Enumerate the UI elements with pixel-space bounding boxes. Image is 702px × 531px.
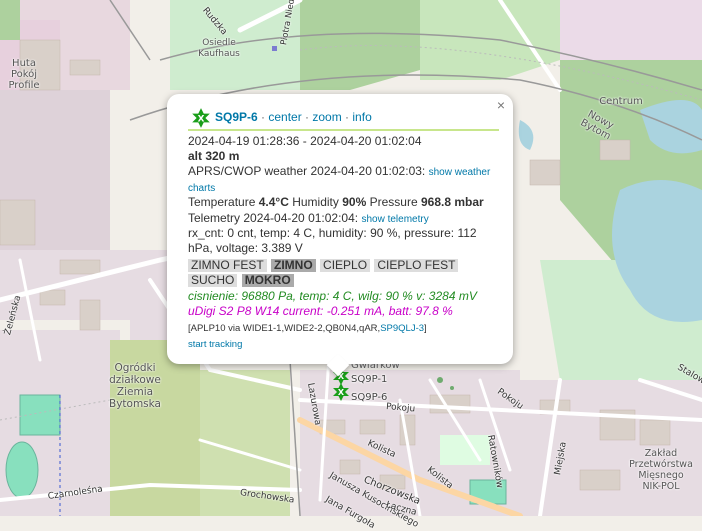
path-station-link[interactable]: SP9QLJ-3 (380, 323, 424, 334)
bit-tag-active: ZIMNO (271, 259, 316, 272)
station-label-sq9p-6[interactable]: SQ9P-6 (351, 392, 387, 403)
center-link[interactable]: center (268, 110, 301, 124)
bit-tag: CIEPLO FEST (374, 259, 458, 272)
humidity-label: Humidity (292, 195, 339, 209)
weather-line: APRS/CWOP weather 2024-04-20 01:02:03: (188, 164, 425, 178)
timespan: 2024-04-19 01:28:36 - 2024-04-20 01:02:0… (188, 134, 499, 149)
path-suffix: ] (424, 323, 427, 334)
info-link[interactable]: info (352, 110, 371, 124)
tracking-line: start tracking (188, 337, 499, 352)
pressure-label: Pressure (370, 195, 418, 209)
path-line: [APLP10 via WIDE1-1,WIDE2-2,QB0N4,qAR,SP… (188, 321, 499, 336)
bit-tag: CIEPLO (320, 259, 370, 272)
station-icon-sq9p-6[interactable]: X (331, 382, 351, 402)
start-tracking-link[interactable]: start tracking (188, 339, 242, 350)
separator: · (342, 110, 353, 124)
weather-values: Temperature 4.4°C Humidity 90% Pressure … (188, 195, 499, 210)
telemetry-header: Telemetry 2024-04-20 01:02:04: show tele… (188, 211, 499, 227)
popup-header: X SQ9P-6 · center · zoom · info (188, 107, 499, 131)
svg-text:X: X (338, 388, 345, 397)
station-symbol-icon: X (190, 107, 212, 129)
weather-block: APRS/CWOP weather 2024-04-20 01:02:03: s… (188, 164, 499, 196)
popup-actions: · center · zoom · info (261, 110, 372, 125)
telemetry-line: Telemetry 2024-04-20 01:02:04: (188, 211, 358, 225)
bit-tags: ZIMNO FEST ZIMNO CIEPLO CIEPLO FEST SUCH… (188, 258, 499, 288)
humidity-value: 90% (342, 195, 366, 209)
svg-text:X: X (198, 114, 205, 124)
comment-green: cisnienie: 96880 Pa, temp: 4 C, wilg: 90… (188, 289, 499, 304)
bit-tag-active: MOKRO (242, 274, 294, 287)
altitude: alt 320 m (188, 149, 499, 164)
pressure-value: 968.8 mbar (421, 195, 484, 209)
callsign-link[interactable]: SQ9P-6 (215, 110, 258, 125)
temperature-label: Temperature (188, 195, 255, 209)
telemetry-values: rx_cnt: 0 cnt, temp: 4 C, humidity: 90 %… (188, 226, 499, 256)
separator: · (302, 110, 313, 124)
temperature-value: 4.4°C (259, 195, 289, 209)
station-label-sq9p-1[interactable]: SQ9P-1 (351, 374, 387, 385)
show-telemetry-link[interactable]: show telemetry (361, 214, 428, 225)
station-popup: × X SQ9P-6 · center · zoom · info 2024-0… (167, 94, 513, 364)
zoom-link[interactable]: zoom (312, 110, 341, 124)
bit-tag: ZIMNO FEST (188, 259, 267, 272)
bit-tag: SUCHO (188, 274, 237, 287)
path-prefix: [APLP10 via WIDE1-1,WIDE2-2,QB0N4,qAR, (188, 323, 380, 334)
comment-magenta: uDigi S2 P8 W14 current: -0.251 mA, batt… (188, 304, 499, 319)
